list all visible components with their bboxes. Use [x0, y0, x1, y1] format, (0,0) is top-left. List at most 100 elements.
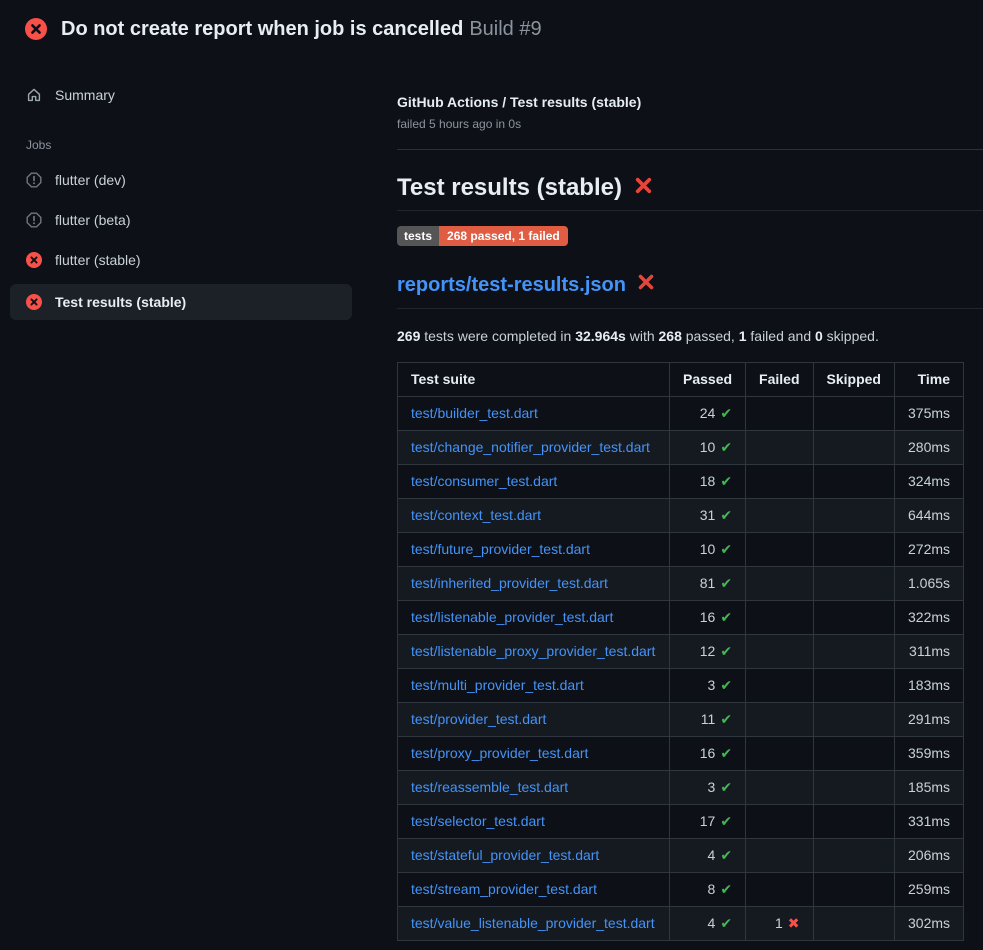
- cancelled-status-icon: [26, 212, 42, 228]
- failed-cell: [746, 873, 813, 907]
- column-header-failed: Failed: [746, 363, 813, 397]
- failed-cell: [746, 805, 813, 839]
- time-cell: 311ms: [894, 635, 963, 669]
- sidebar-jobs-heading: Jobs: [10, 138, 352, 152]
- suite-cell: test/change_notifier_provider_test.dart: [398, 431, 670, 465]
- passed-cell: 10✔: [670, 533, 746, 567]
- table-row: test/future_provider_test.dart 10✔ 272ms: [398, 533, 964, 567]
- suite-link[interactable]: test/provider_test.dart: [411, 711, 546, 727]
- suite-cell: test/selector_test.dart: [398, 805, 670, 839]
- time-cell: 206ms: [894, 839, 963, 873]
- passed-cell: 24✔: [670, 397, 746, 431]
- cross-mark-icon: [634, 173, 653, 203]
- check-icon: ✔: [720, 881, 732, 897]
- table-row: test/proxy_provider_test.dart16✔359ms: [398, 737, 964, 771]
- job-breadcrumb-title: GitHub Actions / Test results (stable): [397, 93, 983, 111]
- table-row: test/provider_test.dart11✔291ms: [398, 703, 964, 737]
- failed-cell: [746, 703, 813, 737]
- skipped-cell: [813, 907, 894, 941]
- column-header-passed: Passed: [670, 363, 746, 397]
- sidebar-item-label: flutter (dev): [55, 170, 126, 190]
- suite-link[interactable]: test/listenable_proxy_provider_test.dart: [411, 643, 655, 659]
- time-cell: 644ms: [894, 499, 963, 533]
- failed-cell: [746, 771, 813, 805]
- skipped-cell: [813, 567, 894, 601]
- suite-cell: test/consumer_test.dart: [398, 465, 670, 499]
- check-icon: ✔: [720, 473, 732, 489]
- suite-link[interactable]: test/context_test.dart: [411, 507, 541, 523]
- time-cell: 272ms: [894, 533, 963, 567]
- sidebar-item-flutter-dev[interactable]: flutter (dev): [10, 164, 352, 196]
- passed-cell: 81✔: [670, 567, 746, 601]
- suite-link[interactable]: test/value_listenable_provider_test.dart: [411, 915, 655, 931]
- suite-cell: test/listenable_proxy_provider_test.dart: [398, 635, 670, 669]
- sidebar-item-flutter-beta[interactable]: flutter (beta): [10, 204, 352, 236]
- time-cell: 280ms: [894, 431, 963, 465]
- passed-cell-count: 24: [700, 405, 716, 421]
- cancelled-status-icon: [26, 172, 42, 188]
- passed-cell-count: 4: [708, 847, 716, 863]
- time-cell: 359ms: [894, 737, 963, 771]
- check-icon: ✔: [720, 405, 732, 421]
- time-cell: 324ms: [894, 465, 963, 499]
- time-cell: 1.065s: [894, 567, 963, 601]
- suite-cell: test/reassemble_test.dart: [398, 771, 670, 805]
- cross-mark-icon: [637, 273, 655, 298]
- skipped-cell: [813, 669, 894, 703]
- run-build-number: Build #9: [469, 18, 541, 40]
- time-cell: 322ms: [894, 601, 963, 635]
- table-row: test/inherited_provider_test.dart 81✔ 1.06…: [398, 567, 964, 601]
- table-row: test/builder_test.dart24✔375ms: [398, 397, 964, 431]
- table-header-row: Test suitePassedFailedSkippedTime: [398, 363, 964, 397]
- check-icon: ✔: [720, 507, 732, 523]
- suite-link[interactable]: test/builder_test.dart: [411, 405, 538, 421]
- failed-cell: [746, 499, 813, 533]
- skipped-cell: [813, 499, 894, 533]
- sidebar-item-test-results-stable[interactable]: Test results (stable): [10, 284, 352, 320]
- suite-link[interactable]: test/reassemble_test.dart: [411, 779, 568, 795]
- passed-cell-count: 18: [700, 473, 716, 489]
- sidebar-item-label: flutter (beta): [55, 210, 130, 230]
- failed-cell: [746, 635, 813, 669]
- report-title: reports/test-results.json: [397, 273, 983, 309]
- passed-cell-count: 81: [700, 575, 716, 591]
- suite-cell: test/context_test.dart: [398, 499, 670, 533]
- passed-cell: 18✔: [670, 465, 746, 499]
- passed-cell: 10✔: [670, 431, 746, 465]
- passed-cell: 31✔: [670, 499, 746, 533]
- suite-link[interactable]: test/selector_test.dart: [411, 813, 545, 829]
- suite-link[interactable]: test/listenable_provider_test.dart: [411, 609, 613, 625]
- skipped-cell: [813, 805, 894, 839]
- summary-duration: 32.964s: [575, 328, 626, 344]
- skipped-cell: [813, 635, 894, 669]
- passed-cell: 16✔: [670, 601, 746, 635]
- suite-link[interactable]: test/consumer_test.dart: [411, 473, 557, 489]
- table-row: test/stream_provider_test.dart8✔259ms: [398, 873, 964, 907]
- report-link[interactable]: reports/test-results.json: [397, 273, 626, 298]
- time-cell: 183ms: [894, 669, 963, 703]
- suite-link[interactable]: test/multi_provider_test.dart: [411, 677, 584, 693]
- check-icon: ✔: [720, 847, 732, 863]
- failed-status-icon: [26, 294, 42, 310]
- suite-link[interactable]: test/proxy_provider_test.dart: [411, 745, 588, 761]
- suite-link[interactable]: test/stream_provider_test.dart: [411, 881, 597, 897]
- suite-link[interactable]: test/future_provider_test.dart: [411, 541, 590, 557]
- time-cell: 259ms: [894, 873, 963, 907]
- suite-cell: test/stream_provider_test.dart: [398, 873, 670, 907]
- suite-link[interactable]: test/stateful_provider_test.dart: [411, 847, 599, 863]
- sidebar-summary-label: Summary: [55, 85, 115, 105]
- sidebar-item-label: flutter (stable): [55, 250, 141, 270]
- suite-link[interactable]: test/change_notifier_provider_test.dart: [411, 439, 650, 455]
- failed-cell: 1✖: [746, 907, 813, 941]
- failed-cell: [746, 397, 813, 431]
- passed-cell-count: 4: [708, 915, 716, 931]
- passed-cell: 4✔: [670, 907, 746, 941]
- suite-link[interactable]: test/inherited_provider_test.dart: [411, 575, 608, 591]
- test-results-table: Test suitePassedFailedSkippedTime test/b…: [397, 362, 964, 941]
- suite-cell: test/listenable_provider_test.dart: [398, 601, 670, 635]
- sidebar-item-flutter-stable[interactable]: flutter (stable): [10, 244, 352, 276]
- tests-badge[interactable]: tests 268 passed, 1 failed: [397, 226, 568, 246]
- skipped-cell: [813, 839, 894, 873]
- divider: [397, 149, 983, 150]
- sidebar-item-summary[interactable]: Summary: [10, 79, 352, 111]
